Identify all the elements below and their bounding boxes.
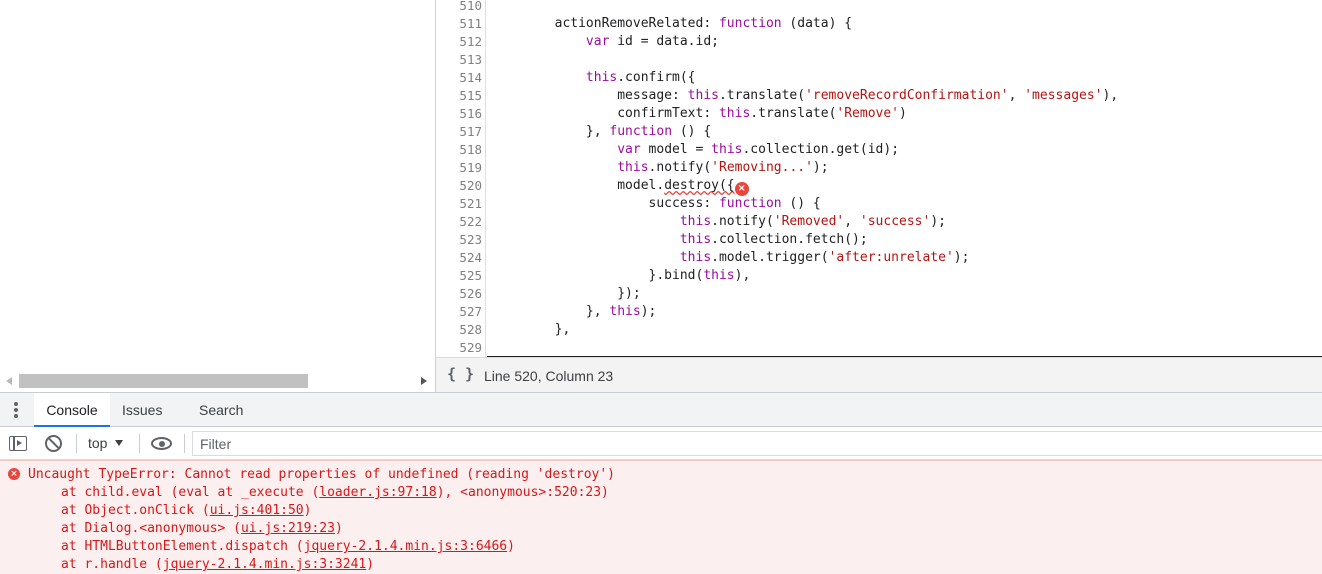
code-text: }, this); bbox=[492, 304, 657, 319]
code-text: var id = data.id; bbox=[585, 34, 719, 49]
cursor-position: Line 520, Column 23 bbox=[484, 368, 614, 384]
error-headline: Uncaught TypeError: Cannot read properti… bbox=[28, 467, 615, 482]
code-text: }.bind(this), bbox=[492, 268, 751, 283]
code-text: var model = this.collection.get(id); bbox=[617, 142, 900, 157]
line-number[interactable]: 520 bbox=[436, 177, 482, 195]
code-line: 527 }, this); bbox=[436, 303, 1322, 321]
console-toolbar: top bbox=[0, 427, 1322, 460]
code-text: this.model.trigger('after:unrelate'); bbox=[679, 250, 970, 265]
line-number[interactable]: 514 bbox=[436, 69, 482, 87]
line-number[interactable]: 523 bbox=[436, 231, 482, 249]
navigator-pane bbox=[0, 0, 435, 392]
code-line: 526 }); bbox=[436, 285, 1322, 303]
editor-status-bar: { } Line 520, Column 23 bbox=[436, 357, 1322, 392]
stack-frame: at Dialog.<anonymous> (ui.js:219:23) bbox=[61, 521, 343, 536]
code-line: 523 this.collection.fetch(); bbox=[436, 231, 1322, 249]
code-text: this.notify('Removing...'); bbox=[617, 160, 829, 175]
stack-frame-source-link[interactable]: loader.js:97:18 bbox=[319, 485, 436, 500]
code-text: }); bbox=[492, 286, 641, 301]
code-line: 512 var id = data.id; bbox=[436, 33, 1322, 51]
code-text: confirmText: this.translate('Remove') bbox=[492, 106, 907, 121]
stack-frame-source-link[interactable]: ui.js:401:50 bbox=[210, 503, 304, 518]
code-line: 521 success: function () { bbox=[436, 195, 1322, 213]
line-number[interactable]: 525 bbox=[436, 267, 482, 285]
code-text: model.destroy({× bbox=[492, 177, 749, 196]
line-number[interactable]: 512 bbox=[436, 33, 482, 51]
stack-frame: at HTMLButtonElement.dispatch (jquery-2.… bbox=[61, 539, 515, 554]
drawer-tab-bar: Console Issues Search bbox=[0, 392, 1322, 427]
code-line: 513 bbox=[436, 51, 1322, 69]
line-number[interactable]: 528 bbox=[436, 321, 482, 339]
code-line: 510 bbox=[436, 0, 1322, 15]
toolbar-separator bbox=[184, 434, 185, 453]
clear-console-icon[interactable] bbox=[45, 435, 62, 452]
stack-frame: at Object.onClick (ui.js:401:50) bbox=[61, 503, 312, 518]
code-text: }, function () { bbox=[492, 124, 712, 139]
navigator-horizontal-scrollbar[interactable] bbox=[0, 372, 435, 390]
line-number[interactable]: 521 bbox=[436, 195, 482, 213]
pretty-print-icon[interactable]: { } bbox=[447, 365, 474, 383]
code-text: this.notify('Removed', 'success'); bbox=[679, 214, 946, 229]
stack-frame-source-link[interactable]: jquery-2.1.4.min.js:3:3241 bbox=[163, 557, 367, 572]
code-line: 519 this.notify('Removing...'); bbox=[436, 159, 1322, 177]
inline-error-icon[interactable]: × bbox=[734, 182, 749, 196]
more-tools-menu-icon[interactable] bbox=[14, 402, 20, 420]
code-text: this.confirm({ bbox=[585, 70, 696, 85]
show-console-sidebar-icon[interactable] bbox=[9, 436, 27, 451]
console-error-message: × Uncaught TypeError: Cannot read proper… bbox=[0, 460, 1322, 574]
toolbar-separator bbox=[76, 434, 77, 453]
line-number[interactable]: 519 bbox=[436, 159, 482, 177]
error-icon: × bbox=[8, 468, 20, 480]
source-code-editor[interactable]: 510 511 actionRemoveRelated: function (da… bbox=[436, 0, 1322, 357]
code-text: this.collection.fetch(); bbox=[679, 232, 868, 247]
line-number[interactable]: 517 bbox=[436, 123, 482, 141]
code-line: 518 var model = this.collection.get(id); bbox=[436, 141, 1322, 159]
line-number[interactable]: 529 bbox=[436, 339, 482, 357]
tab-issues[interactable]: Issues bbox=[122, 393, 162, 427]
code-line: 515 message: this.translate('removeRecor… bbox=[436, 87, 1322, 105]
stack-frame-source-link[interactable]: ui.js:219:23 bbox=[241, 521, 335, 536]
line-number[interactable]: 516 bbox=[436, 105, 482, 123]
live-expression-eye-icon[interactable] bbox=[151, 437, 172, 450]
execution-context-value: top bbox=[88, 435, 108, 451]
code-line: 528 }, bbox=[436, 321, 1322, 339]
scroll-left-arrow-icon[interactable] bbox=[6, 377, 12, 385]
line-number[interactable]: 510 bbox=[436, 0, 482, 15]
error-squiggle: destroy({ bbox=[664, 178, 735, 193]
line-number[interactable]: 518 bbox=[436, 141, 482, 159]
scrollbar-thumb[interactable] bbox=[19, 374, 308, 388]
code-line: 511 actionRemoveRelated: function (data)… bbox=[436, 15, 1322, 33]
stack-frame: at child.eval (eval at _execute (loader.… bbox=[61, 485, 609, 500]
code-line: 517 }, function () { bbox=[436, 123, 1322, 141]
chevron-down-icon bbox=[115, 440, 124, 446]
code-text: }, bbox=[492, 322, 571, 337]
toolbar-separator bbox=[139, 434, 140, 453]
line-number[interactable]: 526 bbox=[436, 285, 482, 303]
line-number[interactable]: 527 bbox=[436, 303, 482, 321]
line-number[interactable]: 515 bbox=[436, 87, 482, 105]
code-text: success: function () { bbox=[492, 196, 821, 211]
code-line: 522 this.notify('Removed', 'success'); bbox=[436, 213, 1322, 231]
code-line: 520 model.destroy({× bbox=[436, 177, 1322, 196]
line-number[interactable]: 522 bbox=[436, 213, 482, 231]
stack-frame: at r.handle (jquery-2.1.4.min.js:3:3241) bbox=[61, 557, 375, 572]
line-number[interactable]: 513 bbox=[436, 51, 482, 69]
stack-frame-source-link[interactable]: jquery-2.1.4.min.js:3:6466 bbox=[304, 539, 508, 554]
console-filter-input[interactable] bbox=[192, 431, 1322, 456]
code-line: 516 confirmText: this.translate('Remove'… bbox=[436, 105, 1322, 123]
tab-search[interactable]: Search bbox=[199, 393, 243, 427]
line-number[interactable]: 511 bbox=[436, 15, 482, 33]
tab-console[interactable]: Console bbox=[34, 393, 110, 427]
scroll-right-arrow-icon[interactable] bbox=[421, 377, 427, 385]
line-number[interactable]: 524 bbox=[436, 249, 482, 267]
code-line: 524 this.model.trigger('after:unrelate')… bbox=[436, 249, 1322, 267]
code-text: actionRemoveRelated: function (data) { bbox=[492, 16, 853, 31]
code-line: 514 this.confirm({ bbox=[436, 69, 1322, 87]
code-line: 525 }.bind(this), bbox=[436, 267, 1322, 285]
code-text: message: this.translate('removeRecordCon… bbox=[492, 88, 1119, 103]
code-line: 529 bbox=[436, 339, 1322, 357]
execution-context-select[interactable]: top bbox=[88, 434, 124, 452]
